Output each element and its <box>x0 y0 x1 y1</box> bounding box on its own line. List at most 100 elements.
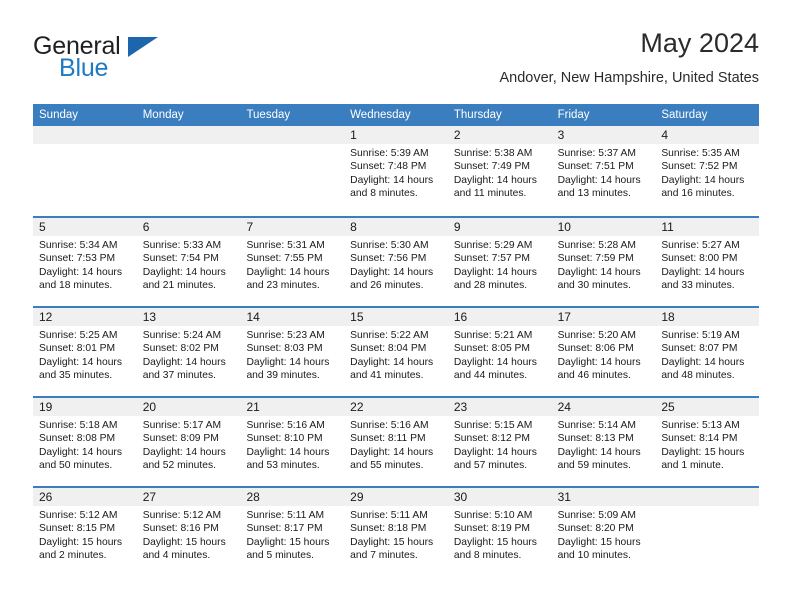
day-cell-21[interactable]: 21 Sunrise: 5:16 AM Sunset: 8:10 PM Dayligh… <box>240 398 345 486</box>
day-cell-22[interactable]: 22 Sunrise: 5:16 AM Sunset: 8:11 PM Dayligh… <box>344 398 448 486</box>
day-details: Sunrise: 5:27 AM Sunset: 8:00 PM Daylight:… <box>655 236 759 293</box>
sunset-text: Sunset: 8:11 PM <box>350 433 426 445</box>
day-details: Sunrise: 5:30 AM Sunset: 7:56 PM Daylight:… <box>344 236 448 293</box>
day-cell-8[interactable]: 8 Sunrise: 5:30 AM Sunset: 7:56 PM Daylight… <box>344 218 448 306</box>
day-cell-9[interactable]: 9 Sunrise: 5:29 AM Sunset: 7:57 PM Daylight… <box>447 218 552 306</box>
day-number <box>136 126 241 144</box>
weekday-header-thursday: Thursday <box>453 109 502 121</box>
sunrise-text: Sunrise: 5:33 AM <box>142 240 222 251</box>
sunrise-text: Sunrise: 5:21 AM <box>453 330 533 341</box>
day-number: 27 <box>136 488 241 506</box>
day-cell-empty <box>33 126 137 216</box>
day-number <box>240 126 345 144</box>
day-cell-13[interactable]: 13 Sunrise: 5:24 AM Sunset: 8:02 PM Dayligh… <box>136 308 241 396</box>
day-cell-30[interactable]: 30 Sunrise: 5:10 AM Sunset: 8:19 PM Dayligh… <box>447 488 552 576</box>
day-cell-29[interactable]: 29 Sunrise: 5:11 AM Sunset: 8:18 PM Dayligh… <box>344 488 448 576</box>
day-cell-12[interactable]: 12 Sunrise: 5:25 AM Sunset: 8:01 PM Dayligh… <box>33 308 137 396</box>
generalblue-logo[interactable]: General Blue <box>33 32 263 90</box>
sunset-text: Sunset: 7:59 PM <box>557 253 634 265</box>
weekday-header-sunday: Sunday <box>39 109 79 121</box>
day-details: Sunrise: 5:09 AM Sunset: 8:20 PM Daylight:… <box>552 506 656 563</box>
day-details: Sunrise: 5:23 AM Sunset: 8:03 PM Daylight:… <box>240 326 344 383</box>
sunset-text: Sunset: 7:48 PM <box>350 161 427 173</box>
day-cell-23[interactable]: 23 Sunrise: 5:15 AM Sunset: 8:12 PM Dayligh… <box>447 398 552 486</box>
day-number: 13 <box>136 308 241 326</box>
day-details: Sunrise: 5:12 AM Sunset: 8:15 PM Daylight:… <box>33 506 137 563</box>
day-number: 3 <box>551 126 656 144</box>
day-details: Sunrise: 5:11 AM Sunset: 8:17 PM Daylight:… <box>240 506 344 563</box>
day-number: 31 <box>551 488 656 506</box>
day-cell-18[interactable]: 18 Sunrise: 5:19 AM Sunset: 8:07 PM Dayligh… <box>655 308 760 396</box>
calendar-grid: Sunday Monday Tuesday Wednesday Thursday Frid… <box>33 104 760 576</box>
day-cell-31[interactable]: 31 Sunrise: 5:09 AM Sunset: 8:20 PM Dayligh… <box>551 488 656 576</box>
day-cell-14[interactable]: 14 Sunrise: 5:23 AM Sunset: 8:03 PM Dayligh… <box>240 308 345 396</box>
sunset-text: Sunset: 8:05 PM <box>453 343 531 355</box>
day-details: Sunrise: 5:16 AM Sunset: 8:10 PM Daylight:… <box>240 416 344 473</box>
day-cell-4[interactable]: 4 Sunrise: 5:35 AM Sunset: 7:52 PM Daylight… <box>655 126 760 216</box>
daylight-text: Daylight: 14 hours and 41 minutes. <box>350 356 434 382</box>
day-cell-19[interactable]: 19 Sunrise: 5:18 AM Sunset: 8:08 PM Dayligh… <box>33 398 137 486</box>
daylight-text: Daylight: 14 hours and 16 minutes. <box>661 174 745 200</box>
day-details: Sunrise: 5:18 AM Sunset: 8:08 PM Daylight:… <box>33 416 137 473</box>
day-cell-11[interactable]: 11 Sunrise: 5:27 AM Sunset: 8:00 PM Dayligh… <box>655 218 760 306</box>
day-number: 16 <box>447 308 552 326</box>
daylight-text: Daylight: 14 hours and 46 minutes. <box>557 356 641 382</box>
daylight-text: Daylight: 14 hours and 37 minutes. <box>142 356 226 382</box>
day-cell-7[interactable]: 7 Sunrise: 5:31 AM Sunset: 7:55 PM Daylight… <box>240 218 345 306</box>
weekday-header-wednesday: Wednesday <box>350 109 411 121</box>
calendar-week-row: 19 Sunrise: 5:18 AM Sunset: 8:08 PM Dayligh… <box>33 396 760 486</box>
day-cell-3[interactable]: 3 Sunrise: 5:37 AM Sunset: 7:51 PM Daylight… <box>551 126 656 216</box>
sunset-text: Sunset: 8:09 PM <box>142 433 219 445</box>
day-cell-20[interactable]: 20 Sunrise: 5:17 AM Sunset: 8:09 PM Dayligh… <box>136 398 241 486</box>
calendar-weeks: 1 Sunrise: 5:39 AM Sunset: 7:48 PM Daylight… <box>33 126 760 576</box>
daylight-text: Daylight: 15 hours and 5 minutes. <box>246 536 330 562</box>
day-number: 26 <box>33 488 137 506</box>
day-cell-17[interactable]: 17 Sunrise: 5:20 AM Sunset: 8:06 PM Dayligh… <box>551 308 656 396</box>
daylight-text: Daylight: 14 hours and 52 minutes. <box>142 446 226 472</box>
day-details: Sunrise: 5:10 AM Sunset: 8:19 PM Daylight:… <box>448 506 552 563</box>
sunset-text: Sunset: 8:07 PM <box>661 343 738 355</box>
day-cell-26[interactable]: 26 Sunrise: 5:12 AM Sunset: 8:15 PM Dayligh… <box>33 488 137 576</box>
day-cell-27[interactable]: 27 Sunrise: 5:12 AM Sunset: 8:16 PM Dayligh… <box>136 488 241 576</box>
day-cell-5[interactable]: 5 Sunrise: 5:34 AM Sunset: 7:53 PM Daylight… <box>33 218 137 306</box>
sunrise-text: Sunrise: 5:19 AM <box>661 330 740 341</box>
day-number: 20 <box>136 398 241 416</box>
day-details: Sunrise: 5:24 AM Sunset: 8:02 PM Daylight:… <box>137 326 241 383</box>
day-cell-15[interactable]: 15 Sunrise: 5:22 AM Sunset: 8:04 PM Dayligh… <box>344 308 448 396</box>
day-details: Sunrise: 5:20 AM Sunset: 8:06 PM Daylight:… <box>552 326 656 383</box>
day-cell-25[interactable]: 25 Sunrise: 5:13 AM Sunset: 8:14 PM Dayligh… <box>655 398 760 486</box>
weekday-header-tuesday: Tuesday <box>246 109 291 121</box>
day-details: Sunrise: 5:29 AM Sunset: 7:57 PM Daylight:… <box>448 236 552 293</box>
sunrise-text: Sunrise: 5:39 AM <box>350 148 429 159</box>
sunrise-text: Sunrise: 5:17 AM <box>142 420 222 431</box>
title-block: May 2024 Andover, New Hampshire, United … <box>499 26 759 88</box>
sunset-text: Sunset: 7:54 PM <box>142 253 219 265</box>
day-cell-empty <box>136 126 241 216</box>
sunset-text: Sunset: 8:18 PM <box>350 523 427 535</box>
sunset-text: Sunset: 8:08 PM <box>39 433 116 445</box>
day-cell-10[interactable]: 10 Sunrise: 5:28 AM Sunset: 7:59 PM Dayligh… <box>551 218 656 306</box>
sunrise-text: Sunrise: 5:20 AM <box>557 330 637 341</box>
day-details: Sunrise: 5:38 AM Sunset: 7:49 PM Daylight:… <box>448 144 552 201</box>
day-cell-16[interactable]: 16 Sunrise: 5:21 AM Sunset: 8:05 PM Dayligh… <box>447 308 552 396</box>
weekday-header-row: Sunday Monday Tuesday Wednesday Thursday Frid… <box>33 104 759 126</box>
day-cell-28[interactable]: 28 Sunrise: 5:11 AM Sunset: 8:17 PM Dayligh… <box>240 488 345 576</box>
logo-text-blue: Blue <box>59 54 109 82</box>
day-cell-1[interactable]: 1 Sunrise: 5:39 AM Sunset: 7:48 PM Daylight… <box>344 126 448 216</box>
sunset-text: Sunset: 8:06 PM <box>557 343 634 355</box>
day-number: 5 <box>33 218 137 236</box>
sunset-text: Sunset: 8:04 PM <box>350 343 427 355</box>
day-cell-2[interactable]: 2 Sunrise: 5:38 AM Sunset: 7:49 PM Daylight… <box>447 126 552 216</box>
day-number: 25 <box>655 398 760 416</box>
day-details: Sunrise: 5:35 AM Sunset: 7:52 PM Daylight:… <box>655 144 759 201</box>
weekday-header-friday: Friday <box>557 109 590 121</box>
daylight-text: Daylight: 15 hours and 10 minutes. <box>557 536 641 562</box>
day-details: Sunrise: 5:17 AM Sunset: 8:09 PM Daylight:… <box>137 416 241 473</box>
day-cell-6[interactable]: 6 Sunrise: 5:33 AM Sunset: 7:54 PM Daylight… <box>136 218 241 306</box>
day-cell-24[interactable]: 24 Sunrise: 5:14 AM Sunset: 8:13 PM Dayligh… <box>551 398 656 486</box>
sunrise-text: Sunrise: 5:16 AM <box>350 420 429 431</box>
day-details: Sunrise: 5:12 AM Sunset: 8:16 PM Daylight:… <box>137 506 241 563</box>
sunset-text: Sunset: 7:51 PM <box>557 161 634 173</box>
daylight-text: Daylight: 15 hours and 2 minutes. <box>39 536 122 562</box>
sunrise-text: Sunrise: 5:27 AM <box>661 240 740 251</box>
